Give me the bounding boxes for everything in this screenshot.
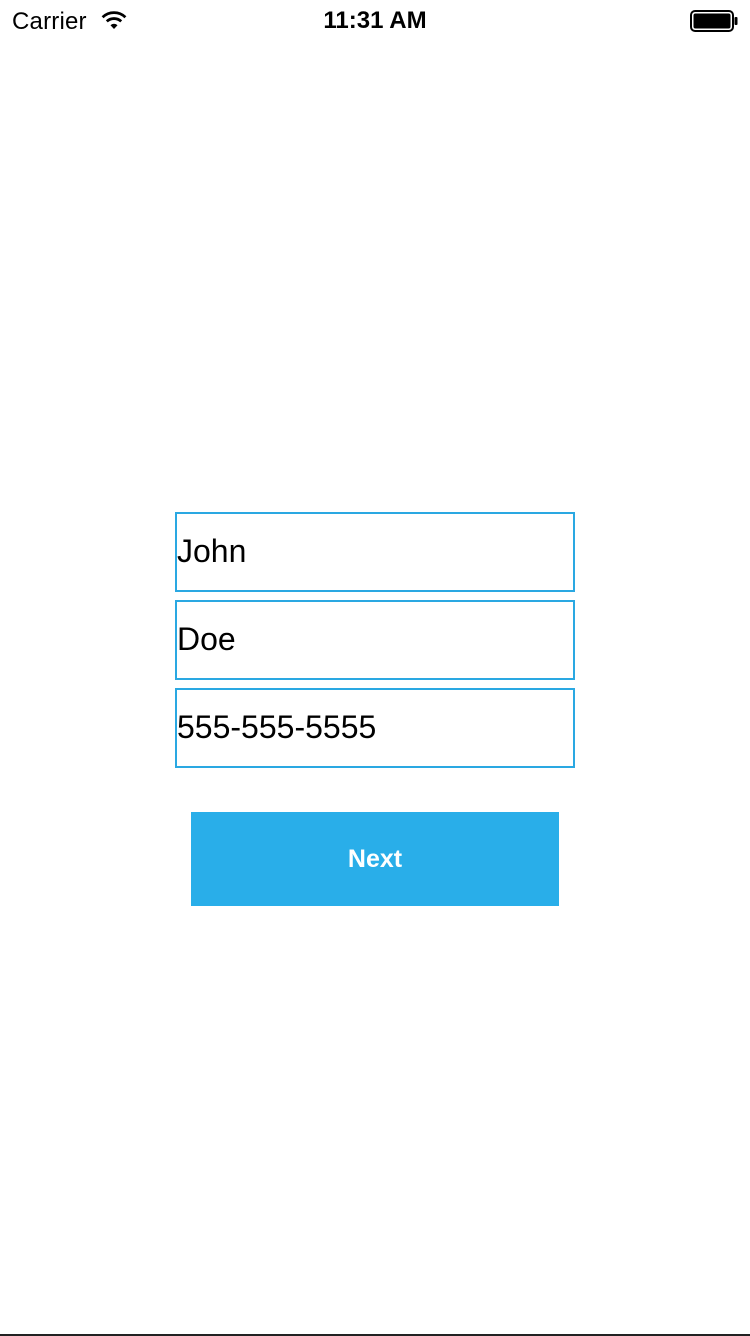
- next-button-label: Next: [347, 844, 403, 873]
- first-name-value: John: [177, 533, 247, 569]
- next-button[interactable]: Next: [191, 812, 559, 906]
- status-bar: Carrier 11:31 AM: [0, 0, 750, 40]
- status-time: 11:31 AM: [323, 7, 427, 34]
- screen: Carrier 11:31 AM John Doe 555-555-5555 N…: [0, 0, 750, 1336]
- contact-form: John Doe 555-555-5555: [175, 512, 575, 776]
- battery-full-icon: [690, 10, 738, 32]
- last-name-field[interactable]: Doe: [175, 600, 575, 680]
- phone-value: 555-555-5555: [177, 709, 377, 745]
- phone-field[interactable]: 555-555-5555: [175, 688, 575, 768]
- first-name-field[interactable]: John: [175, 512, 575, 592]
- last-name-value: Doe: [177, 621, 236, 657]
